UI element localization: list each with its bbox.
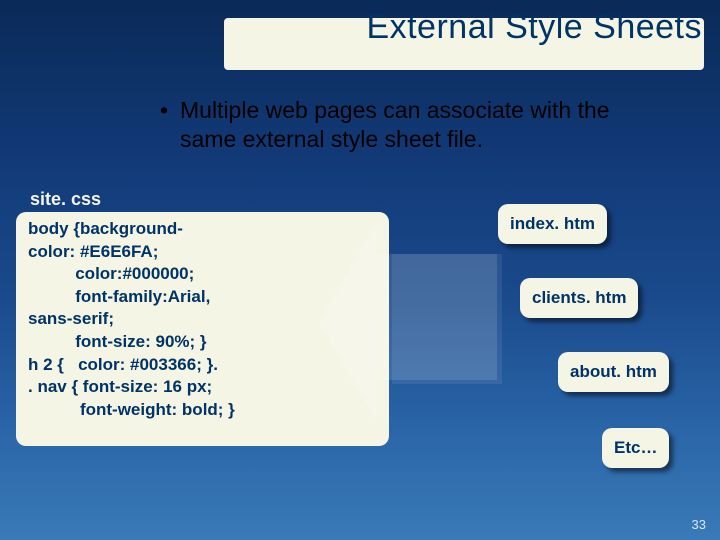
arrow-icon — [319, 222, 377, 422]
html-file-box-3: about. htm — [558, 352, 669, 392]
slide: External Style Sheets •Multiple web page… — [0, 0, 720, 540]
arrow-shadow — [392, 254, 502, 384]
bullet-marker: • — [160, 96, 180, 125]
html-file-box-1: index. htm — [498, 204, 607, 244]
slide-title: External Style Sheets — [366, 8, 702, 47]
bullet-text: Multiple web pages can associate with th… — [180, 96, 660, 154]
html-file-box-etc: Etc… — [602, 428, 669, 468]
html-file-box-2: clients. htm — [520, 278, 638, 318]
css-filename-label: site. css — [30, 189, 101, 210]
bullet-block: •Multiple web pages can associate with t… — [160, 96, 670, 154]
page-number: 33 — [692, 517, 706, 532]
